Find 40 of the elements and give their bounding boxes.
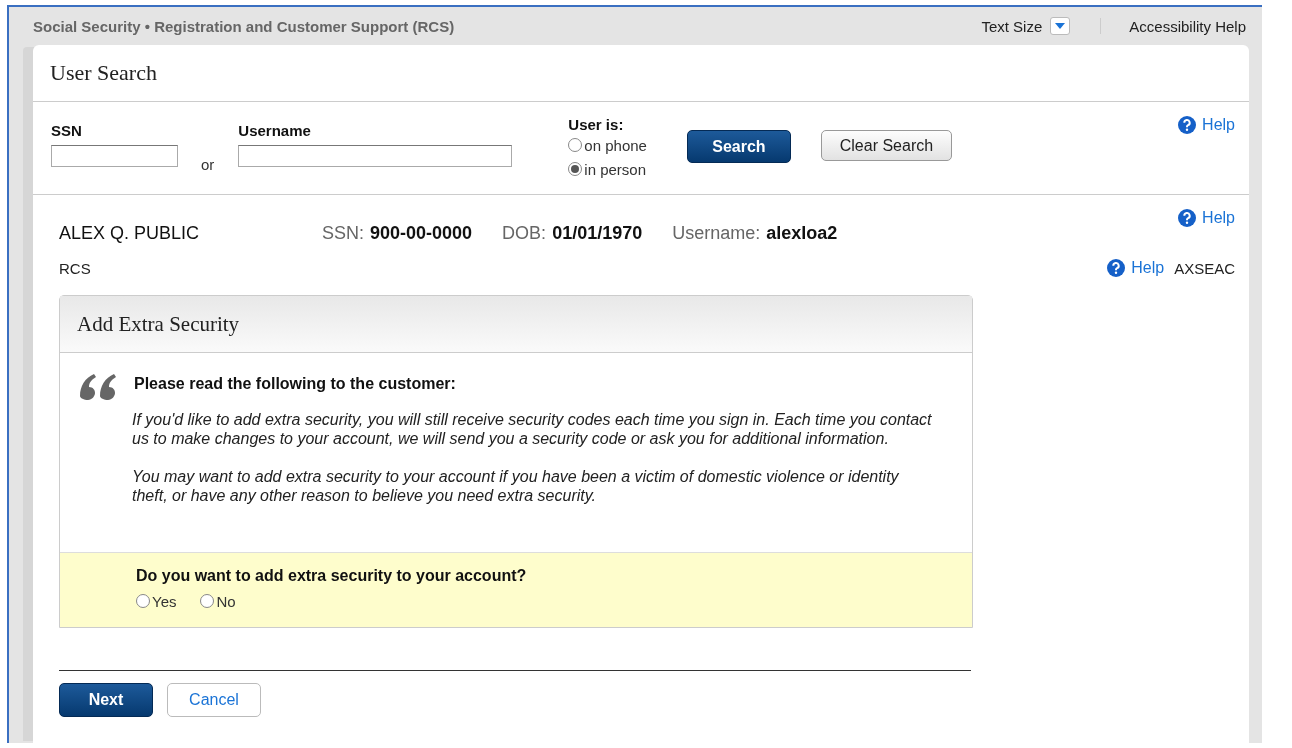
help-link[interactable]: Help <box>1178 209 1235 227</box>
site-title: Social Security • Registration and Customer Support (RCS) <box>33 17 456 35</box>
user-is-label: User is: <box>568 116 625 133</box>
field-value: 01/01/1970 <box>552 223 643 244</box>
username-field[interactable] <box>238 145 513 167</box>
field-value: 900-00-0000 <box>370 223 473 244</box>
clear-search-button[interactable]: Clear Search <box>820 130 952 161</box>
script-paragraph: If you'd like to add extra security, you will still receive security codes each time you sign in. Each time you contact us to make changes to your account, we will send you a security code or ask you for additional information. <box>132 410 933 448</box>
system-label: RCS <box>59 259 91 277</box>
script-paragraph: You may want to add extra security to your account if you have been a victim of domestic violence or identity theft, or have any other reason to believe you need extra security. <box>132 467 900 505</box>
text-size-dropdown[interactable] <box>1050 17 1071 35</box>
field-label: SSN: <box>322 223 364 244</box>
or-label: or <box>201 156 215 173</box>
next-button[interactable]: Next <box>59 683 153 717</box>
ssn-label: SSN <box>51 122 83 139</box>
field-label: DOB: <box>502 223 547 244</box>
radio-option[interactable]: No <box>200 589 236 613</box>
help-icon <box>1107 259 1126 277</box>
cancel-button[interactable]: Cancel <box>167 683 261 717</box>
instruction-text: Please read the following to the customer: <box>134 375 457 393</box>
customer-name: ALEX Q. PUBLIC <box>59 223 201 244</box>
panel-title: Add Extra Security <box>77 311 240 337</box>
ssn-field[interactable] <box>51 145 178 167</box>
help-icon <box>1178 116 1197 134</box>
help-link[interactable]: Help <box>1178 116 1235 134</box>
radio-option[interactable]: Yes <box>136 589 177 613</box>
radio-option[interactable]: in person <box>568 157 647 181</box>
username-label: Username <box>238 122 312 139</box>
caret-icon <box>1055 23 1066 29</box>
field-label: Username: <box>672 223 761 244</box>
text-size-label: Text Size <box>981 17 1043 35</box>
help-link[interactable]: Help <box>1107 259 1165 277</box>
page-code: AXSEAC <box>1174 259 1235 277</box>
accessibility-help-link[interactable]: Accessibility Help <box>1129 17 1246 35</box>
help-icon <box>1178 209 1197 227</box>
question-text: Do you want to add extra security to your account? <box>136 567 528 585</box>
field-value: alexloa2 <box>766 223 838 244</box>
search-button[interactable]: Search <box>686 130 791 163</box>
radio-option[interactable]: on phone <box>568 133 647 157</box>
page-title: User Search <box>50 60 157 86</box>
